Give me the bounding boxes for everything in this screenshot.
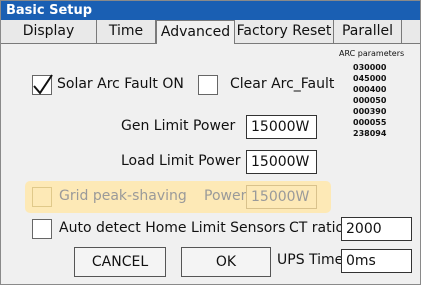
load-limit-power-input[interactable]: 15000W bbox=[246, 150, 317, 174]
basic-setup-window: Basic Setup Display Time Advanced Factor… bbox=[0, 0, 421, 285]
solar-arc-fault-label: Solar Arc Fault ON bbox=[57, 76, 184, 92]
tab-time[interactable]: Time bbox=[97, 20, 156, 43]
auto-detect-checkbox[interactable] bbox=[32, 219, 52, 239]
grid-peak-shaving-label: Grid peak-shaving bbox=[59, 188, 187, 204]
ups-time-label: UPS Time bbox=[277, 252, 344, 268]
load-limit-power-label: Load Limit Power bbox=[121, 153, 241, 169]
arc-parameters-title: ARC parameters bbox=[339, 49, 405, 58]
arc-parameter-value: 000050 bbox=[353, 96, 387, 105]
tab-display[interactable]: Display bbox=[1, 20, 97, 43]
tab-bar: Display Time Advanced Factory Reset Para… bbox=[1, 20, 420, 44]
gen-limit-power-label: Gen Limit Power bbox=[121, 118, 236, 134]
gen-limit-power-input[interactable]: 15000W bbox=[246, 115, 317, 139]
ct-ratio-label: CT ratio bbox=[289, 220, 345, 236]
clear-arc-fault-label: Clear Arc_Fault bbox=[230, 76, 335, 92]
auto-detect-label: Auto detect Home Limit Sensors bbox=[59, 220, 286, 236]
arc-parameter-value: 000400 bbox=[353, 85, 387, 94]
arc-parameter-value: 238094 bbox=[353, 129, 387, 138]
arc-parameter-value: 030000 bbox=[353, 63, 387, 72]
ok-button[interactable]: OK bbox=[181, 247, 271, 277]
tab-parallel[interactable]: Parallel bbox=[334, 20, 402, 43]
ct-ratio-input[interactable]: 2000 bbox=[341, 217, 412, 241]
ups-time-input[interactable]: 0ms bbox=[341, 249, 412, 273]
arc-parameter-value: 000055 bbox=[353, 118, 387, 127]
window-title: Basic Setup bbox=[1, 1, 420, 20]
grid-peak-shaving-power-input[interactable]: 15000W bbox=[246, 185, 317, 209]
solar-arc-fault-checkbox[interactable] bbox=[32, 74, 53, 95]
cancel-button[interactable]: CANCEL bbox=[74, 247, 166, 277]
grid-peak-shaving-checkbox[interactable] bbox=[32, 187, 52, 207]
arc-parameter-value: 000390 bbox=[353, 107, 387, 116]
checkmark-icon bbox=[33, 74, 53, 95]
tab-factory-reset[interactable]: Factory Reset bbox=[235, 20, 334, 43]
tab-advanced[interactable]: Advanced bbox=[156, 20, 235, 44]
arc-parameter-value: 045000 bbox=[353, 74, 387, 83]
grid-peak-shaving-power-label: Power bbox=[204, 188, 247, 204]
clear-arc-fault-checkbox[interactable] bbox=[198, 75, 218, 95]
